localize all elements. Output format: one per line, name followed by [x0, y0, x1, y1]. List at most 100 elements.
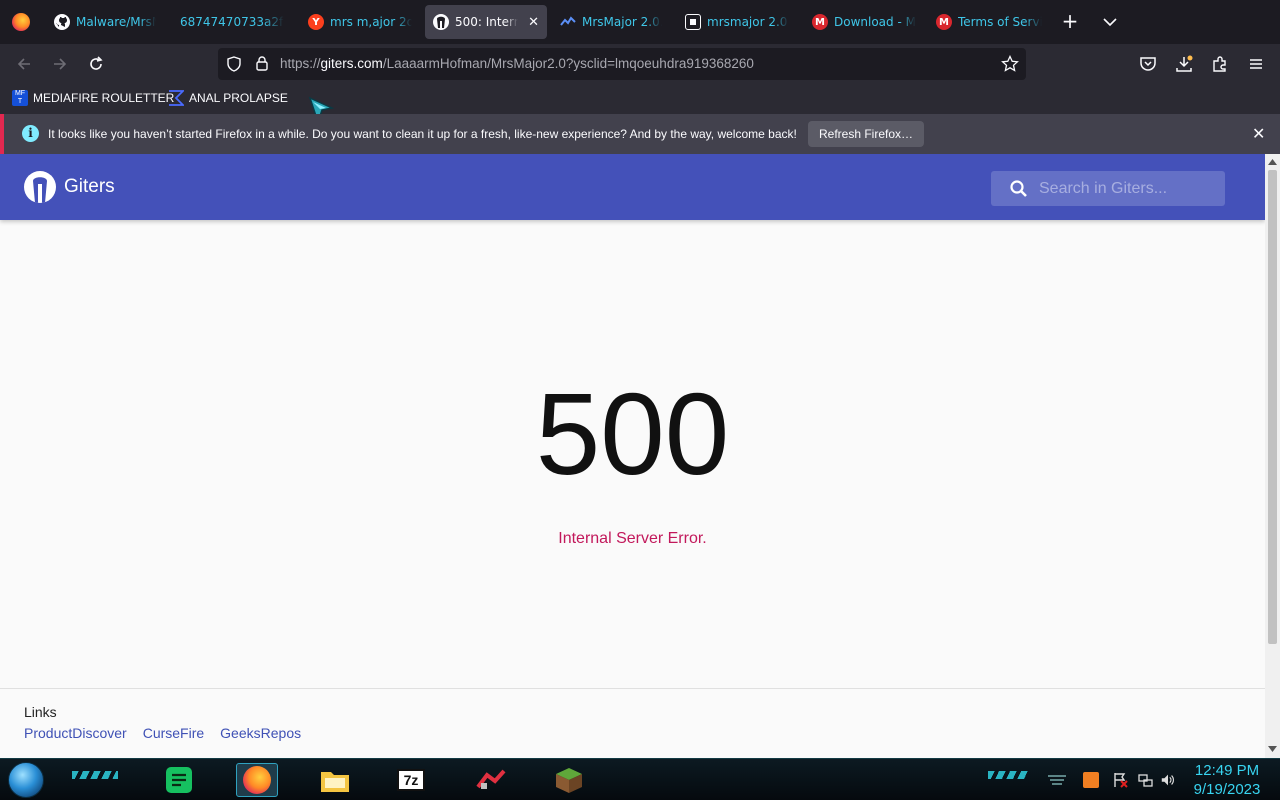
taskbar-app-minecraft[interactable]	[548, 763, 590, 797]
taskbar-decoration	[72, 771, 118, 779]
shield-icon[interactable]	[226, 56, 242, 76]
close-tab-icon[interactable]: ✕	[528, 15, 539, 30]
info-icon: i	[22, 125, 39, 142]
page-content: Giters 500 Internal Server Error. Links …	[0, 154, 1265, 758]
extensions-button[interactable]	[1208, 52, 1232, 76]
game-icon	[476, 769, 506, 789]
site-name[interactable]: Giters	[64, 176, 115, 198]
grass-block-icon	[556, 768, 582, 793]
notification-bar: i It looks like you haven’t started Fire…	[0, 114, 1280, 154]
reload-icon	[90, 56, 103, 70]
list-all-tabs-button[interactable]	[1100, 12, 1120, 32]
page-scrollbar[interactable]	[1265, 154, 1280, 758]
mega-icon: M	[936, 14, 952, 30]
clock-date: 9/19/2023	[1193, 781, 1261, 798]
arrow-left-icon	[17, 58, 30, 70]
tab-title: Download - MF	[834, 15, 916, 29]
tray-app-icon[interactable]	[1083, 772, 1099, 788]
flag-alert-icon[interactable]	[1112, 772, 1128, 788]
taskbar-app-file-explorer[interactable]	[314, 763, 356, 797]
tab-mrsmajor-exe[interactable]: MrsMajor 2.0.e	[552, 5, 670, 39]
hamburger-icon	[1250, 59, 1262, 69]
tab-hex[interactable]: 68747470733a2f2f	[172, 5, 292, 39]
tab-title: mrsmajor 2.0 d	[707, 15, 789, 29]
mediafire-icon: MF T	[12, 90, 28, 106]
tab-download-mf[interactable]: M Download - MF	[804, 5, 924, 39]
taskbar: 7z 12:49 PM 9/19/2023	[0, 758, 1280, 800]
tab-title: 500: Internal	[455, 15, 519, 29]
downloads-button[interactable]	[1172, 52, 1196, 76]
tab-mrsmajor-doc[interactable]: mrsmajor 2.0 d	[677, 5, 797, 39]
error-message: Internal Server Error.	[558, 530, 707, 547]
y-icon: Y	[308, 14, 324, 30]
refresh-firefox-button[interactable]: Refresh Firefox…	[808, 121, 925, 147]
tab-github[interactable]: Malware/MrsM	[46, 5, 164, 39]
url-text[interactable]: https://giters.com/LaaaarmHofman/MrsMajo…	[280, 56, 754, 71]
pocket-button[interactable]	[1136, 52, 1160, 76]
scroll-up-icon[interactable]	[1268, 158, 1277, 165]
url-scheme: https://	[280, 56, 321, 71]
tab-title: 68747470733a2f2f	[180, 15, 284, 29]
lock-icon[interactable]	[254, 55, 270, 76]
footer-links: ProductDiscover CurseFire GeeksRepos	[24, 725, 301, 741]
scroll-thumb[interactable]	[1268, 170, 1277, 644]
puzzle-icon	[1213, 56, 1226, 72]
firefox-icon[interactable]	[12, 13, 30, 31]
reload-button[interactable]	[84, 52, 108, 76]
bookmark-label: ANAL PROLAPSE	[189, 91, 288, 105]
tab-500-error[interactable]: 500: Internal ✕	[425, 5, 547, 39]
footer-link-productdiscover[interactable]: ProductDiscover	[24, 725, 127, 741]
tab-strip: Malware/MrsM 68747470733a2f2f Y mrs m,aj…	[0, 0, 1280, 44]
network-icon[interactable]	[1137, 772, 1153, 788]
url-path: /LaaaarmHofman/MrsMajor2.0?ysclid=lmqoeu…	[382, 56, 754, 71]
site-search[interactable]	[991, 171, 1225, 206]
error-code: 500	[535, 369, 730, 499]
taskbar-app-firefox[interactable]	[236, 763, 278, 797]
search-input[interactable]	[1037, 177, 1217, 201]
back-button[interactable]	[12, 52, 36, 76]
taskbar-app-7zip[interactable]: 7z	[390, 763, 432, 797]
scroll-down-icon[interactable]	[1268, 746, 1277, 753]
taskbar-app-game[interactable]	[470, 763, 512, 797]
clock-time: 12:49 PM	[1194, 762, 1260, 779]
tab-terms[interactable]: M Terms of Servic	[928, 5, 1050, 39]
bookmarks-toolbar: MF T MEDIAFIRE ROULETTER ANAL PROLAPSE	[0, 84, 1280, 114]
giters-icon	[433, 14, 449, 30]
tab-title: Malware/MrsM	[76, 15, 156, 29]
footer: Links ProductDiscover CurseFire GeeksRep…	[0, 688, 1265, 758]
taskbar-app-chat[interactable]	[158, 763, 200, 797]
bookmark-star-icon[interactable]	[1001, 54, 1019, 77]
github-icon	[54, 14, 70, 30]
mega-icon: M	[812, 14, 828, 30]
wave-icon	[560, 14, 576, 30]
tab-yandex[interactable]: Y mrs m,ajor 2do	[300, 5, 420, 39]
new-tab-button[interactable]: +	[1060, 11, 1080, 31]
start-button[interactable]	[8, 762, 44, 798]
notification-text: It looks like you haven’t started Firefo…	[48, 127, 797, 141]
footer-link-cursefire[interactable]: CurseFire	[143, 725, 204, 741]
sigma-icon	[168, 90, 186, 106]
footer-link-geeksrepos[interactable]: GeeksRepos	[220, 725, 301, 741]
volume-icon[interactable]	[1160, 772, 1176, 788]
bookmark-anal-prolapse[interactable]: ANAL PROLAPSE	[168, 90, 288, 106]
tab-title: MrsMajor 2.0.e	[582, 15, 662, 29]
search-icon	[1009, 179, 1029, 203]
close-notification-icon[interactable]: ✕	[1252, 124, 1265, 143]
doc-icon	[685, 14, 701, 30]
pocket-icon	[1140, 57, 1156, 71]
menu-button[interactable]	[1244, 52, 1268, 76]
download-icon	[1176, 55, 1193, 72]
site-header: Giters	[0, 154, 1265, 220]
arrow-right-icon	[54, 58, 67, 70]
bookmark-label: MEDIAFIRE ROULETTER	[33, 91, 175, 105]
chevron-down-icon	[1103, 18, 1117, 27]
firefox-icon	[243, 766, 271, 794]
taskbar-decoration	[988, 771, 1028, 779]
forward-button[interactable]	[48, 52, 72, 76]
show-hidden-icons-icon[interactable]	[1046, 773, 1068, 787]
url-host: giters.com	[320, 56, 383, 71]
folder-icon	[321, 772, 349, 792]
system-clock[interactable]: 12:49 PM 9/19/2023	[1188, 761, 1266, 799]
bookmark-mediafire-rouletter[interactable]: MF T MEDIAFIRE ROULETTER	[12, 90, 174, 106]
giters-logo-icon[interactable]	[24, 171, 56, 203]
